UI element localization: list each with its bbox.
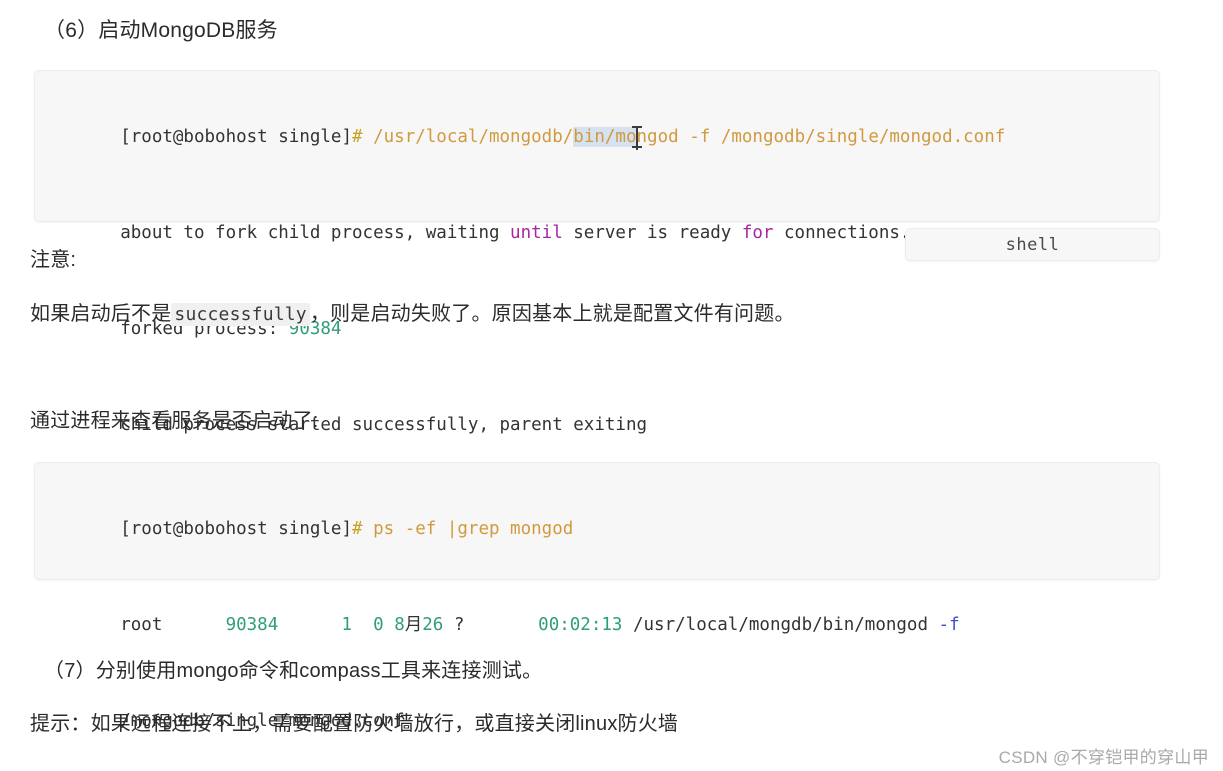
code-token-month-char: 月 (404, 615, 423, 635)
code-token-time: 00:02:13 (538, 615, 623, 635)
code-token-plain: connections. (773, 223, 911, 243)
code-token-prompt: [root@bobohost single] (120, 519, 353, 539)
note-inline-code: successfully (171, 303, 310, 326)
code-token-path: ngod (636, 127, 679, 147)
code-token-user: root (120, 615, 226, 635)
code-token-flag: -f (678, 127, 721, 147)
code-token-plain: server is ready (562, 223, 742, 243)
code-token-month-num: 8 (394, 615, 405, 635)
code-token-command: ps -ef |grep mongod (373, 519, 574, 539)
tip-paragraph: 提示：如果远程连接不上，需要配置防火墙放行，或直接关闭linux防火墙 (30, 713, 679, 735)
code-token-binary-path: /usr/local/mongdb/bin/mongod (622, 615, 939, 635)
language-label-box[interactable]: shell (905, 228, 1160, 261)
code-token-cpu: 0 (373, 615, 384, 635)
code-token-hash: # (352, 127, 374, 147)
note-sentence: 如果启动后不是 successfully ，则是启动失败了。原因基本上就是配置文件有… (30, 300, 795, 329)
code-token-keyword: until (510, 223, 563, 243)
section-heading-6: （6）启动MongoDB服务 (44, 19, 278, 42)
code-token-day: 26 (422, 615, 444, 635)
section-heading-7: （7）分别使用mongo命令和compass工具来连接测试。 (44, 660, 543, 682)
code-line: [root@bobohost single]# /usr/local/mongo… (57, 89, 1139, 185)
code-token-pid: 90384 (225, 615, 279, 635)
code-token-prompt: [root@bobohost single] (120, 127, 353, 147)
code-token-plain: about to fork child process, waiting (120, 223, 511, 243)
code-line: [root@bobohost single]# ps -ef |grep mon… (57, 481, 1139, 577)
code-token-selected-text[interactable]: bin/mo (573, 127, 637, 147)
code-block-mongod-start[interactable]: [root@bobohost single]# /usr/local/mongo… (34, 70, 1160, 435)
code-token-flag: -f (938, 615, 960, 635)
process-check-paragraph: 通过进程来查看服务是否启动了: (30, 410, 319, 432)
article-page: （6）启动MongoDB服务 [root@bobohost single]# /… (0, 0, 1223, 771)
code-token-path: /usr/local/mongodb/ (373, 127, 574, 147)
code-block-ps-grep[interactable]: [root@bobohost single]# ps -ef |grep mon… (34, 462, 1160, 731)
note-text-before: 如果启动后不是 (30, 303, 172, 325)
note-text-after: ，则是启动失败了。原因基本上就是配置文件有问题。 (309, 303, 795, 325)
code-line: forked process: 90384 (57, 281, 1139, 377)
note-label: 注意: (30, 249, 77, 271)
code-token-hash: # (352, 519, 374, 539)
language-label-text: shell (1005, 234, 1060, 255)
code-token-conf-path: /mongodb/single/mongod.conf (720, 127, 1006, 147)
code-token-tty: ? (443, 615, 539, 635)
code-token-ppid: 1 (341, 615, 353, 635)
code-token-keyword: for (741, 223, 774, 243)
csdn-watermark: CSDN @不穿铠甲的穿山甲 (998, 748, 1209, 767)
